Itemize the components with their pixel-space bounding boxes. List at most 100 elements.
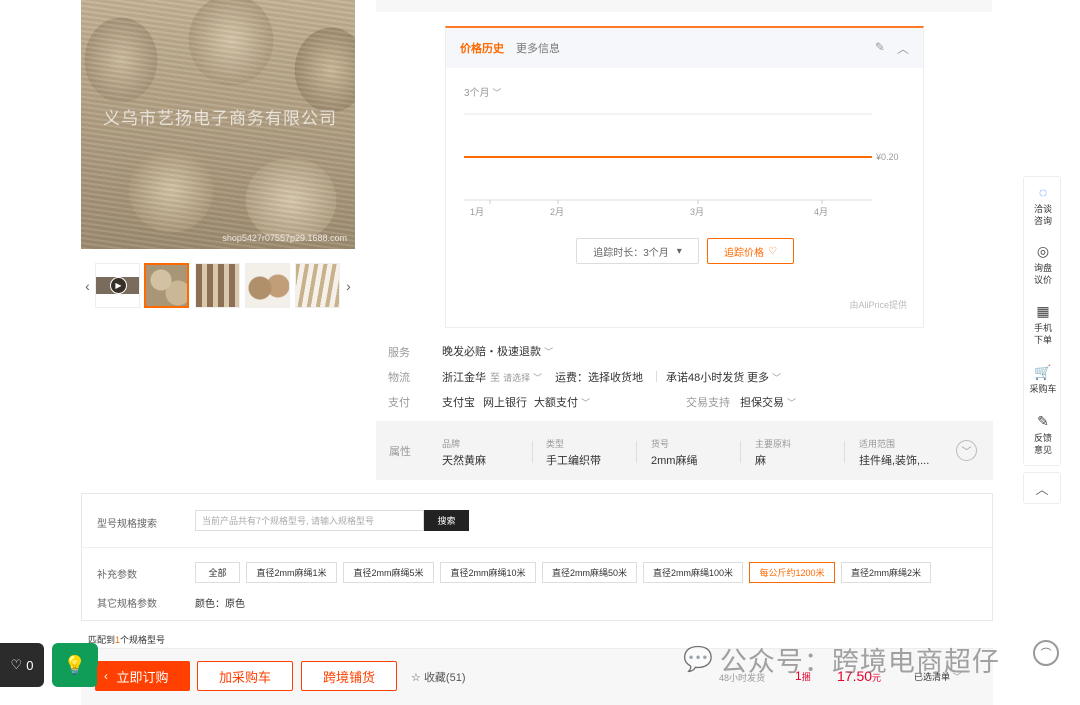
image-watermark: 义乌市艺扬电子商务有限公司 xyxy=(103,109,337,128)
track-duration-select[interactable]: 追踪时长：3个月 ▾ xyxy=(576,238,699,264)
pay-method-3[interactable]: 大额支付 ﹀ xyxy=(534,394,590,410)
option-1200m-per-kg[interactable]: 每公斤约1200米 xyxy=(749,562,835,583)
sidebar-item-feedback[interactable]: ✎ 反馈 意见 xyxy=(1024,413,1062,456)
cart-icon: 🛒 xyxy=(1034,364,1052,380)
main-product-image[interactable]: 义乌市艺扬电子商务有限公司 shop5427r07557p29.1688.com xyxy=(81,0,355,249)
more-label: 更多 xyxy=(747,372,769,384)
cross-border-button[interactable]: 跨境铺货 xyxy=(301,661,397,691)
provider-label: 由AliPrice提供 xyxy=(849,300,907,310)
attr-item-no: 货号 2mm麻绳 xyxy=(651,437,751,468)
target-icon: ◎ xyxy=(1036,243,1050,259)
pay-method-1: 支付宝 xyxy=(442,397,475,409)
heart-icon: ♡ xyxy=(10,657,23,672)
logistics-more[interactable]: 更多 ﹀ xyxy=(747,369,781,385)
thumbnail-video[interactable]: ▶ xyxy=(95,263,140,308)
freight-text: 运费：选择收货地 xyxy=(555,372,643,384)
logistics-divider xyxy=(656,371,657,382)
thumbnail-2[interactable] xyxy=(144,263,189,308)
sidebar-item-cart[interactable]: 🛒 采购车 xyxy=(1024,364,1062,395)
tab-price-history[interactable]: 价格历史 xyxy=(460,40,504,56)
sidebar-label: 采购车 xyxy=(1029,384,1057,394)
collapse-left-icon[interactable]: ‹ xyxy=(97,666,115,686)
option-10m[interactable]: 直径2mm麻绳10米 xyxy=(440,562,536,583)
collapse-icon[interactable]: ︿ xyxy=(897,40,909,57)
qr-code-icon: ▦ xyxy=(1036,303,1050,319)
attr-divider xyxy=(532,441,533,463)
range-label: 3个月 xyxy=(464,88,490,99)
thumbnail-5[interactable] xyxy=(295,263,340,308)
attr-key: 货号 xyxy=(651,439,670,449)
float-chat-icon[interactable]: ⌒ xyxy=(1033,640,1059,666)
attr-value: 挂件绳,装饰,... xyxy=(859,455,930,467)
attr-key: 类型 xyxy=(546,439,565,449)
pay-label: 支付 xyxy=(388,397,410,409)
option-all[interactable]: 全部 xyxy=(195,562,240,583)
thumb-next-icon[interactable]: › xyxy=(342,263,355,308)
price-history-header: 价格历史 更多信息 ✎ ︿ xyxy=(446,28,923,68)
attr-brand: 品牌 天然黄麻 xyxy=(442,437,542,468)
sidebar-item-consult[interactable]: ◌ 洽谈 咨询 xyxy=(1024,184,1062,227)
extra-params-label: 补充参数 xyxy=(97,570,137,581)
back-to-top-icon[interactable]: ︿ xyxy=(1023,472,1061,504)
heart-icon: ♡ xyxy=(768,245,777,257)
follow-price-button[interactable]: 追踪价格 ♡ xyxy=(707,238,794,264)
chevron-down-icon: ﹀ xyxy=(492,88,502,98)
top-strip xyxy=(376,0,992,12)
pay-method-2: 网上银行 xyxy=(483,397,527,409)
attr-scope: 适用范围 挂件绳,装饰,... xyxy=(859,437,959,468)
option-5m[interactable]: 直径2mm麻绳5米 xyxy=(343,562,434,583)
spec-search-input[interactable]: 当前产品共有7个规格型号, 请输入规格型号 xyxy=(195,510,424,531)
wechat-watermark-text: 公众号：跨境电商超仔 xyxy=(719,647,1000,677)
x-tick-label: 2月 xyxy=(550,207,564,217)
thumbnail-4[interactable] xyxy=(245,263,290,308)
attributes-bar: 属性 品牌 天然黄麻 类型 手工编织带 货号 2mm麻绳 主要原料 麻 适用范围… xyxy=(376,421,993,480)
expand-attributes-icon[interactable]: ﹀ xyxy=(956,440,977,461)
attr-value: 手工编织带 xyxy=(546,455,601,467)
x-tick-label: 1月 xyxy=(470,207,484,217)
sidebar-label: 手机 xyxy=(1033,323,1052,333)
add-cart-button[interactable]: 加采购车 xyxy=(197,661,293,691)
edit-icon[interactable]: ✎ xyxy=(875,40,885,57)
attr-value: 2mm麻绳 xyxy=(651,455,698,467)
service-label: 服务 xyxy=(388,347,410,359)
x-tick-label: 3月 xyxy=(690,207,704,217)
trade-value-text: 担保交易 xyxy=(740,397,784,409)
spec-section: 型号规格搜索 当前产品共有7个规格型号, 请输入规格型号 搜索 补充参数 全部 … xyxy=(81,493,993,621)
favorite-button[interactable]: ☆ 收藏(51) xyxy=(411,669,466,685)
match-summary: 匹配到1个规格型号 xyxy=(88,633,165,646)
sidebar-label: 议价 xyxy=(1033,275,1052,285)
thumbnail-3[interactable] xyxy=(195,263,240,308)
chevron-down-icon: ﹀ xyxy=(544,347,554,357)
like-count: 0 xyxy=(26,657,34,673)
follow-price-label: 追踪价格 xyxy=(724,247,765,259)
option-100m[interactable]: 直径2mm麻绳100米 xyxy=(643,562,743,583)
sidebar-item-mobile[interactable]: ▦ 手机 下单 xyxy=(1024,303,1062,346)
trade-label: 交易支持 xyxy=(686,397,730,409)
option-2m[interactable]: 直径2mm麻绳2米 xyxy=(841,562,931,583)
chevron-down-icon: ﹀ xyxy=(581,398,591,408)
sidebar-label: 咨询 xyxy=(1033,216,1052,226)
trade-value[interactable]: 担保交易 ﹀ xyxy=(740,394,796,410)
option-50m[interactable]: 直径2mm麻绳50米 xyxy=(542,562,637,583)
spec-search-button[interactable]: 搜索 xyxy=(424,510,469,531)
like-counter[interactable]: ♡ 0 xyxy=(0,643,44,687)
service-value[interactable]: 晚发必赔・极速退款 ﹀ xyxy=(442,343,553,359)
wechat-watermark: 💬 公众号：跨境电商超仔 xyxy=(683,640,1000,679)
range-select[interactable]: 3个月 ﹀ xyxy=(464,84,501,99)
spec-search-label: 型号规格搜索 xyxy=(97,519,157,530)
sidebar-item-inquiry[interactable]: ◎ 询盘 议价 xyxy=(1024,243,1062,286)
play-icon: ▶ xyxy=(110,277,127,294)
tab-more-info[interactable]: 更多信息 xyxy=(516,40,560,56)
thumb-prev-icon[interactable]: ‹ xyxy=(81,263,94,308)
option-1m[interactable]: 直径2mm麻绳1米 xyxy=(246,562,337,583)
attr-material: 主要原料 麻 xyxy=(755,437,855,468)
ship-promise: 承诺48小时发货 xyxy=(666,372,745,384)
thumbnail-row: ‹ ▶ › xyxy=(81,263,355,308)
attr-key: 适用范围 xyxy=(859,439,896,449)
lightbulb-icon[interactable]: 💡 xyxy=(52,643,98,687)
x-tick-label: 4月 xyxy=(814,207,828,217)
pay-method-3-label: 大额支付 xyxy=(534,397,578,409)
attr-key: 品牌 xyxy=(442,439,461,449)
ship-to-select[interactable]: 至 请选择 ﹀ xyxy=(490,369,542,384)
attr-divider xyxy=(740,441,741,463)
